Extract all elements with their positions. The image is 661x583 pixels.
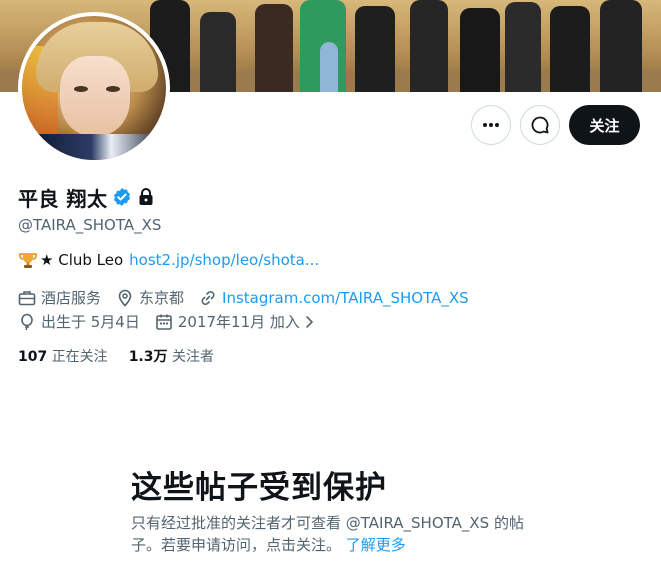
display-name: 平良 翔太 — [18, 186, 108, 211]
follow-button[interactable]: 关注 — [569, 105, 640, 145]
banner-figure — [355, 6, 395, 92]
avatar-collar — [32, 134, 164, 160]
balloon-icon — [21, 313, 33, 330]
more-dots-icon — [483, 123, 499, 127]
avatar-face — [60, 56, 130, 136]
avatar-eye — [74, 86, 88, 92]
name-row: 平良 翔太 — [18, 184, 155, 211]
followers-label: 关注者 — [171, 349, 214, 365]
profile-meta: 酒店服务 东京都 Instagram.com/TAIRA_SHOTA_XS — [18, 287, 484, 308]
banner-figure — [255, 4, 293, 92]
bio-text: ★ Club Leo — [40, 251, 124, 269]
avatar-eye — [106, 86, 120, 92]
following-count: 107 — [18, 349, 48, 365]
profile-avatar[interactable] — [18, 12, 170, 164]
lock-icon — [139, 188, 153, 205]
protected-description: 只有经过批准的关注者才可查看 @TAIRA_SHOTA_XS 的帖子。若要申请访… — [131, 512, 541, 556]
protected-title: 这些帖子受到保护 — [131, 470, 387, 506]
birthday-item: 出生于 5月4日 — [18, 311, 140, 332]
profile-meta-dates: 出生于 5月4日 2017年11月 加入 — [18, 311, 330, 332]
category-item: 酒店服务 — [18, 287, 101, 308]
follow-stats: 107 正在关注 1.3万 关注者 — [18, 346, 214, 366]
banner-figure — [410, 0, 448, 92]
location-text: 东京都 — [139, 289, 185, 307]
briefcase-icon — [18, 290, 36, 305]
location-pin-icon — [118, 289, 132, 307]
banner-figure — [550, 6, 590, 92]
following-label: 正在关注 — [51, 349, 108, 365]
message-button[interactable] — [520, 105, 560, 145]
verified-badge-icon[interactable] — [112, 187, 132, 207]
trophy-icon — [19, 253, 37, 268]
message-icon — [531, 116, 549, 134]
banner-figure — [320, 42, 338, 92]
joined-text: 2017年11月 加入 — [177, 313, 300, 331]
chevron-right-icon — [306, 315, 313, 328]
profile-page: 关注 平良 翔太 @TAIRA_SHOTA_XS ★ Club Leo host… — [0, 0, 661, 583]
following-stat[interactable]: 107 正在关注 — [18, 346, 108, 366]
location-item: 东京都 — [116, 287, 184, 308]
banner-figure — [600, 0, 642, 92]
calendar-icon — [156, 314, 172, 330]
joined-item[interactable]: 2017年11月 加入 — [155, 311, 315, 332]
website-link[interactable]: Instagram.com/TAIRA_SHOTA_XS — [222, 289, 469, 307]
category-text: 酒店服务 — [41, 289, 102, 307]
link-icon — [201, 290, 215, 305]
birthday-text: 出生于 5月4日 — [41, 313, 140, 331]
handle: @TAIRA_SHOTA_XS — [18, 216, 162, 234]
followers-stat[interactable]: 1.3万 关注者 — [129, 346, 214, 366]
followers-count: 1.3万 — [128, 349, 168, 365]
learn-more-link[interactable]: 了解更多 — [346, 536, 406, 554]
banner-figure — [505, 2, 541, 92]
banner-figure — [200, 12, 236, 92]
website-item[interactable]: Instagram.com/TAIRA_SHOTA_XS — [199, 289, 469, 307]
banner-figure — [460, 8, 500, 92]
follow-button-label: 关注 — [589, 116, 620, 135]
bio: ★ Club Leo host2.jp/shop/leo/shota... — [18, 250, 319, 270]
protected-description-text: 只有经过批准的关注者才可查看 @TAIRA_SHOTA_XS 的帖子。若要申请访… — [131, 514, 524, 554]
bio-link[interactable]: host2.jp/shop/leo/shota... — [129, 251, 319, 269]
more-button[interactable] — [471, 105, 511, 145]
